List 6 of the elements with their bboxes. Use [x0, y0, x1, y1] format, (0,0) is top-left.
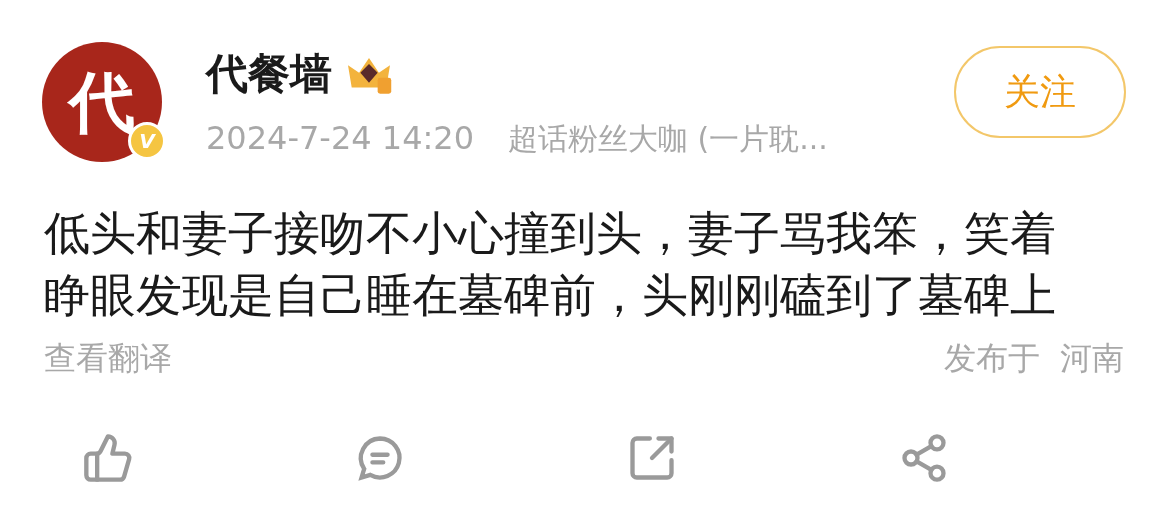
author-name[interactable]: 代餐墙 [206, 46, 332, 102]
post-time: 2024-7-24 14:20 [206, 118, 474, 159]
post-text: 低头和妻子接吻不小心撞到头，妻子骂我笨，笑着睁眼发现是自己睡在墓碑前，头刚刚磕到了墓碑上 [44, 205, 1057, 324]
user-tag: 超话粉丝大咖 (一片耽... [508, 115, 828, 161]
post-location: 发布于 河南 [943, 338, 1124, 379]
like-icon[interactable] [82, 432, 134, 484]
